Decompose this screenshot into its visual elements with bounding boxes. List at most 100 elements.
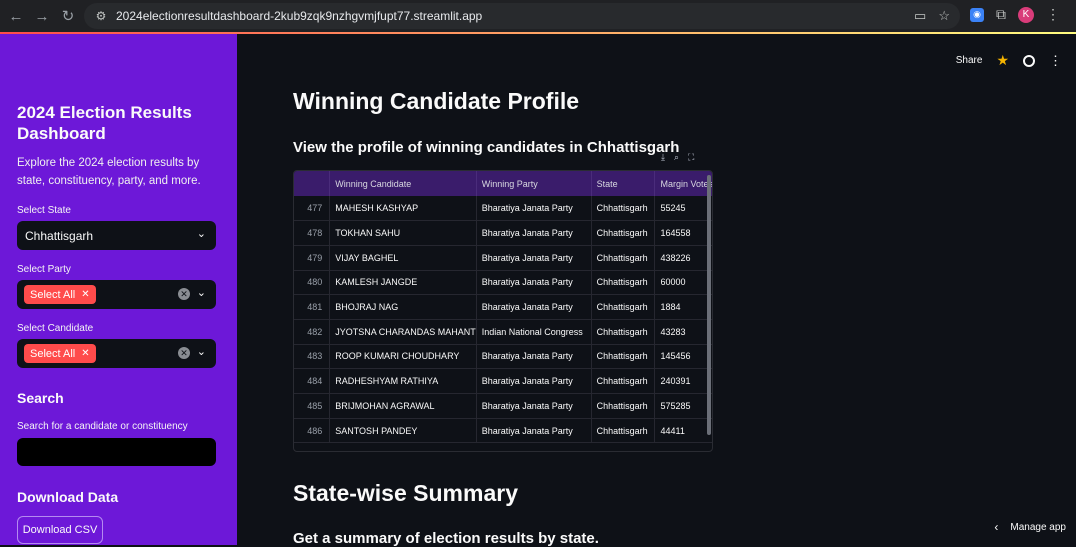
clear-icon[interactable]: ✕	[178, 347, 190, 359]
table-cell[interactable]: Chhattisgarh	[591, 393, 656, 419]
cast-icon[interactable]: ▭	[914, 8, 926, 24]
table-cell[interactable]: Chhattisgarh	[591, 368, 656, 394]
table-row[interactable]: 483 ROOP KUMARI CHOUDHARY Bharatiya Janata…	[294, 344, 712, 370]
chevron-down-icon[interactable]: ⌄	[197, 286, 206, 299]
table-cell[interactable]: Chhattisgarh	[591, 245, 656, 271]
site-info-icon[interactable]: ⚙	[90, 9, 112, 23]
table-cell[interactable]: Bharatiya Janata Party	[476, 220, 592, 246]
extensions-puzzle-icon[interactable]: ⧉	[996, 6, 1006, 23]
search-icon[interactable]: ⌕	[674, 152, 679, 163]
download-csv-button[interactable]: Download CSV	[17, 516, 103, 544]
table-cell[interactable]: Bharatiya Janata Party	[476, 344, 592, 370]
forward-icon[interactable]: →	[30, 4, 54, 28]
table-cell[interactable]: Chhattisgarh	[591, 196, 656, 222]
candidate-multiselect[interactable]: Select All ✕ ✕ ⌄	[17, 339, 216, 368]
table-cell[interactable]: SANTOSH PANDEY	[329, 418, 477, 444]
party-multiselect[interactable]: Select All ✕ ✕ ⌄	[17, 280, 216, 309]
table-cell[interactable]: MAHESH KASHYAP	[329, 196, 477, 222]
table-cell[interactable]: Bharatiya Janata Party	[476, 393, 592, 419]
table-cell[interactable]: Bharatiya Janata Party	[476, 418, 592, 444]
table-row[interactable]: 478 TOKHAN SAHU Bharatiya Janata Party Chha…	[294, 220, 712, 246]
col-header-candidate[interactable]: Winning Candidate	[329, 171, 477, 196]
table-cell[interactable]: ROOP KUMARI CHOUDHARY	[329, 344, 477, 370]
bookmark-star-icon[interactable]: ☆	[938, 8, 950, 24]
manage-app-button[interactable]: ‹ Manage app	[994, 520, 1066, 534]
table-cell[interactable]: Indian National Congress	[476, 319, 592, 345]
table-row[interactable]: 480 KAMLESH JANGDE Bharatiya Janata Party C…	[294, 270, 712, 296]
table-cell[interactable]: Chhattisgarh	[591, 418, 656, 444]
table-cell[interactable]: Bharatiya Janata Party	[476, 368, 592, 394]
table-cell[interactable]: Chhattisgarh	[591, 319, 656, 345]
share-button[interactable]: Share	[956, 55, 983, 66]
table-cell[interactable]: 55245	[654, 196, 712, 222]
table-cell[interactable]: RADHESHYAM RATHIYA	[329, 368, 477, 394]
table-cell[interactable]: 164558	[654, 220, 712, 246]
table-cell[interactable]: Chhattisgarh	[591, 220, 656, 246]
table-cell[interactable]: 240391	[654, 368, 712, 394]
col-header-index[interactable]	[294, 171, 331, 196]
table-scrollbar[interactable]	[707, 175, 711, 435]
table-cell[interactable]: BRIJMOHAN AGRAWAL	[329, 393, 477, 419]
table-row[interactable]: 485 BRIJMOHAN AGRAWAL Bharatiya Janata Par…	[294, 393, 712, 419]
clear-icon[interactable]: ✕	[178, 288, 190, 300]
row-index-cell[interactable]: 478	[294, 220, 331, 246]
profile-avatar[interactable]: K	[1018, 6, 1034, 23]
row-index-cell[interactable]: 479	[294, 245, 331, 271]
chevron-down-icon[interactable]: ⌄	[197, 345, 206, 358]
table-cell[interactable]: 575285	[654, 393, 712, 419]
winners-table[interactable]: Winning Candidate Winning Party State Ma…	[293, 170, 713, 452]
chevron-down-icon[interactable]: ⌄	[197, 227, 206, 240]
more-menu-icon[interactable]: ⋮	[1049, 53, 1062, 69]
table-cell[interactable]: 438226	[654, 245, 712, 271]
table-cell[interactable]: Chhattisgarh	[591, 270, 656, 296]
back-icon[interactable]: ←	[4, 4, 28, 28]
table-row[interactable]: 482 JYOTSNA CHARANDAS MAHANT Indian Nation…	[294, 319, 712, 345]
reload-icon[interactable]: ↻	[56, 4, 80, 28]
col-header-party[interactable]: Winning Party	[476, 171, 592, 196]
table-row[interactable]: 481 BHOJRAJ NAG Bharatiya Janata Party Chha…	[294, 294, 712, 320]
tag-remove-icon[interactable]: ✕	[81, 289, 89, 300]
table-row[interactable]: 477 MAHESH KASHYAP Bharatiya Janata Party C…	[294, 196, 712, 222]
star-icon[interactable]: ★	[996, 52, 1009, 69]
col-header-margin[interactable]: Margin Votes	[654, 171, 712, 196]
sidebar-title: 2024 Election Results Dashboard	[17, 103, 192, 143]
row-index-cell[interactable]: 477	[294, 196, 331, 222]
table-cell[interactable]: Bharatiya Janata Party	[476, 270, 592, 296]
github-icon[interactable]	[1023, 54, 1035, 67]
table-cell[interactable]: Bharatiya Janata Party	[476, 294, 592, 320]
row-index-cell[interactable]: 483	[294, 344, 331, 370]
table-cell[interactable]: Chhattisgarh	[591, 294, 656, 320]
state-select[interactable]: Chhattisgarh ⌄	[17, 221, 216, 250]
table-cell[interactable]: TOKHAN SAHU	[329, 220, 477, 246]
table-cell[interactable]: JYOTSNA CHARANDAS MAHANT	[329, 319, 477, 345]
tag-remove-icon[interactable]: ✕	[81, 348, 89, 359]
table-cell[interactable]: VIJAY BAGHEL	[329, 245, 477, 271]
row-index-cell[interactable]: 484	[294, 368, 331, 394]
col-header-state[interactable]: State	[591, 171, 656, 196]
table-cell[interactable]: 145456	[654, 344, 712, 370]
row-index-cell[interactable]: 485	[294, 393, 331, 419]
table-row[interactable]: 479 VIJAY BAGHEL Bharatiya Janata Party Chh…	[294, 245, 712, 271]
table-cell[interactable]: Bharatiya Janata Party	[476, 245, 592, 271]
table-cell[interactable]: 44411	[654, 418, 712, 444]
table-cell[interactable]: 60000	[654, 270, 712, 296]
address-bar[interactable]: ⚙ 2024electionresultdashboard-2kub9zqk9n…	[84, 3, 960, 29]
table-row[interactable]: 484 RADHESHYAM RATHIYA Bharatiya Janata Pa…	[294, 368, 712, 394]
browser-menu-icon[interactable]: ⋮	[1046, 6, 1060, 23]
url-text[interactable]: 2024electionresultdashboard-2kub9zqk9nzh…	[116, 9, 482, 23]
search-input[interactable]	[17, 438, 216, 466]
table-cell[interactable]: BHOJRAJ NAG	[329, 294, 477, 320]
table-cell[interactable]: 1884	[654, 294, 712, 320]
table-cell[interactable]: KAMLESH JANGDE	[329, 270, 477, 296]
table-row[interactable]: 486 SANTOSH PANDEY Bharatiya Janata Party C…	[294, 418, 712, 444]
table-cell[interactable]: Chhattisgarh	[591, 344, 656, 370]
row-index-cell[interactable]: 482	[294, 319, 331, 345]
table-cell[interactable]: Bharatiya Janata Party	[476, 196, 592, 222]
fullscreen-icon[interactable]: ⛶	[688, 152, 694, 163]
extension-icon[interactable]: ◉	[970, 7, 984, 22]
table-cell[interactable]: 43283	[654, 319, 712, 345]
download-icon[interactable]: ⤓	[661, 152, 665, 163]
row-index-cell[interactable]: 480	[294, 270, 331, 296]
row-index-cell[interactable]: 486	[294, 418, 331, 444]
row-index-cell[interactable]: 481	[294, 294, 331, 320]
